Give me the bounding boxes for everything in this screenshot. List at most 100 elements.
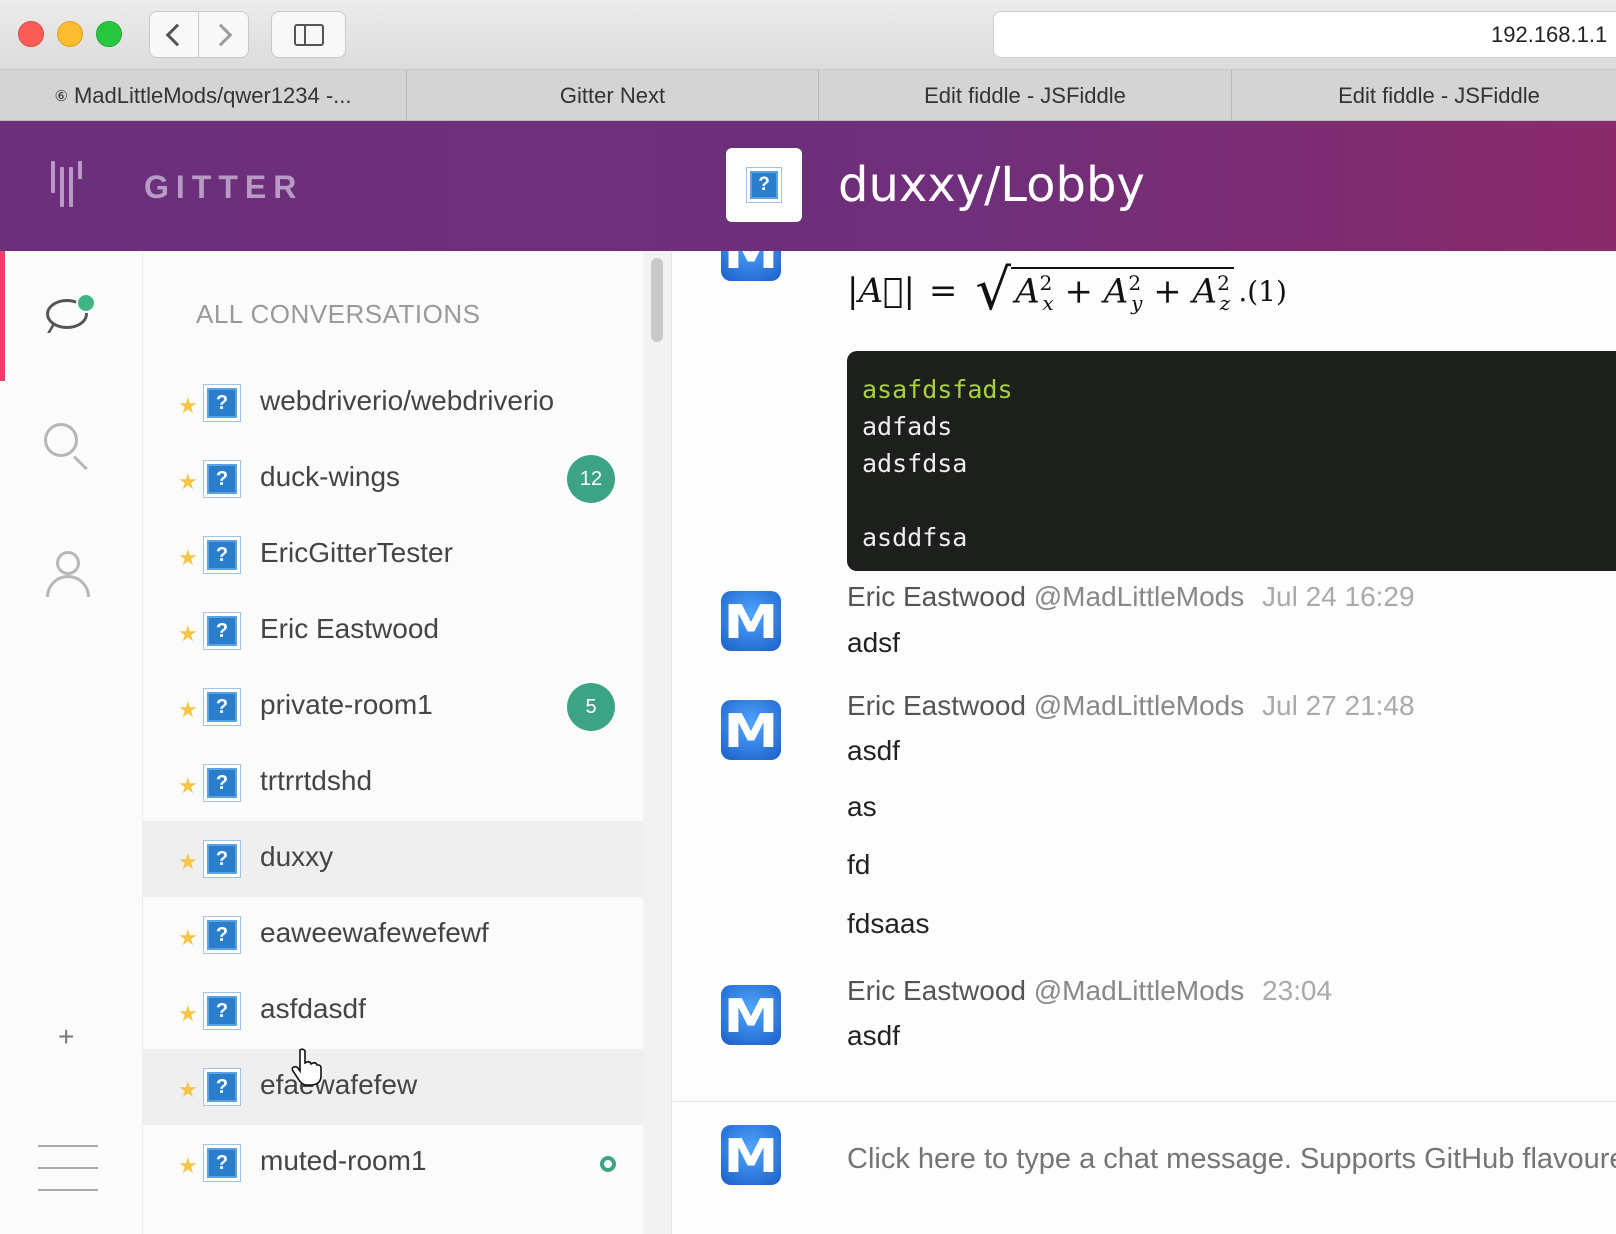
room-title: duxxy/Lobby <box>838 157 1145 213</box>
room-name: asfdasdf <box>260 993 366 1024</box>
room-item[interactable]: ★? muted-room1 <box>143 1125 643 1201</box>
room-name: trtrrtdshd <box>260 765 373 796</box>
question-mark-icon: ? <box>207 464 237 494</box>
window-titlebar: 192.168.1.1 <box>0 0 1616 70</box>
message-author[interactable]: Eric Eastwood @MadLittleMods <box>847 690 1244 722</box>
room-name: duck-wings <box>260 461 401 492</box>
room-name: duxxy <box>260 841 334 872</box>
back-button[interactable] <box>149 11 199 58</box>
message-text: as <box>847 791 877 822</box>
browser-tab-0[interactable]: ⑥ MadLittleMods/qwer1234 -... <box>0 70 407 121</box>
author-name: Eric Eastwood <box>847 581 1026 612</box>
chevron-left-icon <box>165 23 189 46</box>
author-name: Eric Eastwood <box>847 975 1026 1006</box>
address-text: 192.168.1.1 <box>1491 22 1608 47</box>
room-name: webdriverio/webdriverio <box>260 385 555 416</box>
question-mark-icon: ? <box>207 996 237 1026</box>
question-mark-icon: ? <box>207 920 237 950</box>
star-icon: ★ <box>178 393 198 418</box>
star-icon: ★ <box>178 1001 198 1026</box>
message-author[interactable]: Eric Eastwood @MadLittleMods <box>847 975 1244 1007</box>
star-icon: ★ <box>178 545 198 570</box>
unread-dot <box>76 293 96 313</box>
math-formula: | A⃗ | = √ A2x + A2y + A2z .(1) <box>847 258 1287 323</box>
zoom-window-button[interactable] <box>96 21 122 47</box>
forward-button[interactable] <box>199 11 249 58</box>
chevron-right-icon <box>209 23 232 46</box>
user-avatar[interactable] <box>721 985 781 1045</box>
question-mark-icon: ? <box>207 1072 237 1102</box>
composer-divider <box>673 1101 1616 1102</box>
question-mark-icon: ? <box>207 768 237 798</box>
question-mark-icon: ? <box>207 540 237 570</box>
chat-pane: |A⃗| = √A2x + A2y + A2z.(1) asafdsfads ad… <box>673 251 1616 1234</box>
close-window-button[interactable] <box>18 21 44 47</box>
search-icon[interactable] <box>44 423 92 471</box>
chat-input[interactable] <box>847 1119 1616 1199</box>
author-handle: @MadLittleMods <box>1033 975 1245 1006</box>
author-handle: @MadLittleMods <box>1033 581 1245 612</box>
room-item[interactable]: ★? asfdasdf <box>143 973 643 1049</box>
activity-indicator-icon <box>600 1156 616 1172</box>
star-icon: ★ <box>178 849 198 874</box>
tab-label: MadLittleMods/qwer1234 -... <box>73 82 352 108</box>
room-item[interactable]: ★? duxxy <box>143 821 643 897</box>
gitter-logo-icon[interactable] <box>51 161 87 207</box>
room-item[interactable]: ★? efaewafefew <box>143 1049 643 1125</box>
room-name: EricGitterTester <box>260 537 453 568</box>
room-item[interactable]: ★? eaweewafewefewf <box>143 897 643 973</box>
browser-tab-3[interactable]: Edit fiddle - JSFiddle <box>1232 70 1616 121</box>
room-list-panel: ALL CONVERSATIONS ★? webdriverio/webdrive… <box>143 251 643 1234</box>
hand-cursor-icon <box>291 1048 322 1086</box>
active-indicator <box>0 251 5 381</box>
browser-tab-2[interactable]: Edit fiddle - JSFiddle <box>819 70 1232 121</box>
unread-badge: 5 <box>567 683 615 731</box>
question-mark-icon: ? <box>750 171 778 199</box>
toggle-sidebar-button[interactable] <box>271 11 346 58</box>
room-name: muted-room1 <box>260 1145 427 1176</box>
code-line: asddfsa <box>862 523 968 552</box>
room-name: efaewafefew <box>260 1069 418 1100</box>
minimize-window-button[interactable] <box>57 21 83 47</box>
author-handle: @MadLittleMods <box>1033 690 1245 721</box>
message-timestamp[interactable]: Jul 24 16:29 <box>1262 581 1415 613</box>
people-icon[interactable] <box>46 551 90 597</box>
room-item[interactable]: ★? webdriverio/webdriverio <box>143 365 643 441</box>
user-avatar[interactable] <box>721 591 781 651</box>
conversations-icon[interactable] <box>46 293 96 335</box>
user-avatar[interactable] <box>721 700 781 760</box>
browser-tab-strip: ⑥ MadLittleMods/qwer1234 -... Gitter Next E… <box>0 70 1616 121</box>
room-item[interactable]: ★? duck-wings 12 <box>143 441 643 517</box>
menu-icon[interactable] <box>38 1145 98 1193</box>
message-text: fdsaas <box>847 908 930 939</box>
message-author[interactable]: Eric Eastwood @MadLittleMods <box>847 581 1244 613</box>
message-text: asdf <box>847 735 900 766</box>
room-avatar[interactable]: ? <box>726 148 802 222</box>
star-icon: ★ <box>178 469 198 494</box>
room-list-heading: ALL CONVERSATIONS <box>196 299 481 329</box>
star-icon: ★ <box>178 773 198 798</box>
sidebar-icon <box>293 23 324 46</box>
tab-label: Gitter Next <box>559 82 666 108</box>
room-item[interactable]: ★? Eric Eastwood <box>143 593 643 669</box>
star-icon: ★ <box>178 697 198 722</box>
browser-tab-1[interactable]: Gitter Next <box>407 70 819 121</box>
address-bar[interactable]: 192.168.1.1 <box>993 11 1616 58</box>
question-mark-icon: ? <box>207 844 237 874</box>
user-avatar[interactable] <box>721 251 781 281</box>
add-room-icon[interactable]: + <box>58 1021 74 1053</box>
code-line: asafdsfads <box>862 375 1013 404</box>
app-header: GITTER ? duxxy/Lobby <box>0 121 1616 251</box>
room-item[interactable]: ★? trtrrtdshd <box>143 745 643 821</box>
code-line: adfads <box>862 412 953 441</box>
room-item[interactable]: ★? EricGitterTester <box>143 517 643 593</box>
code-block: asafdsfads adfads adsfdsa asddfsa <box>847 351 1616 571</box>
room-list-scrollbar[interactable] <box>651 258 663 342</box>
message-timestamp[interactable]: Jul 27 21:48 <box>1262 690 1415 722</box>
question-mark-icon: ? <box>207 692 237 722</box>
question-mark-icon: ? <box>207 388 237 418</box>
room-item[interactable]: ★? private-room1 5 <box>143 669 643 745</box>
message-timestamp[interactable]: 23:04 <box>1262 975 1332 1007</box>
unread-badge: 12 <box>567 455 615 503</box>
